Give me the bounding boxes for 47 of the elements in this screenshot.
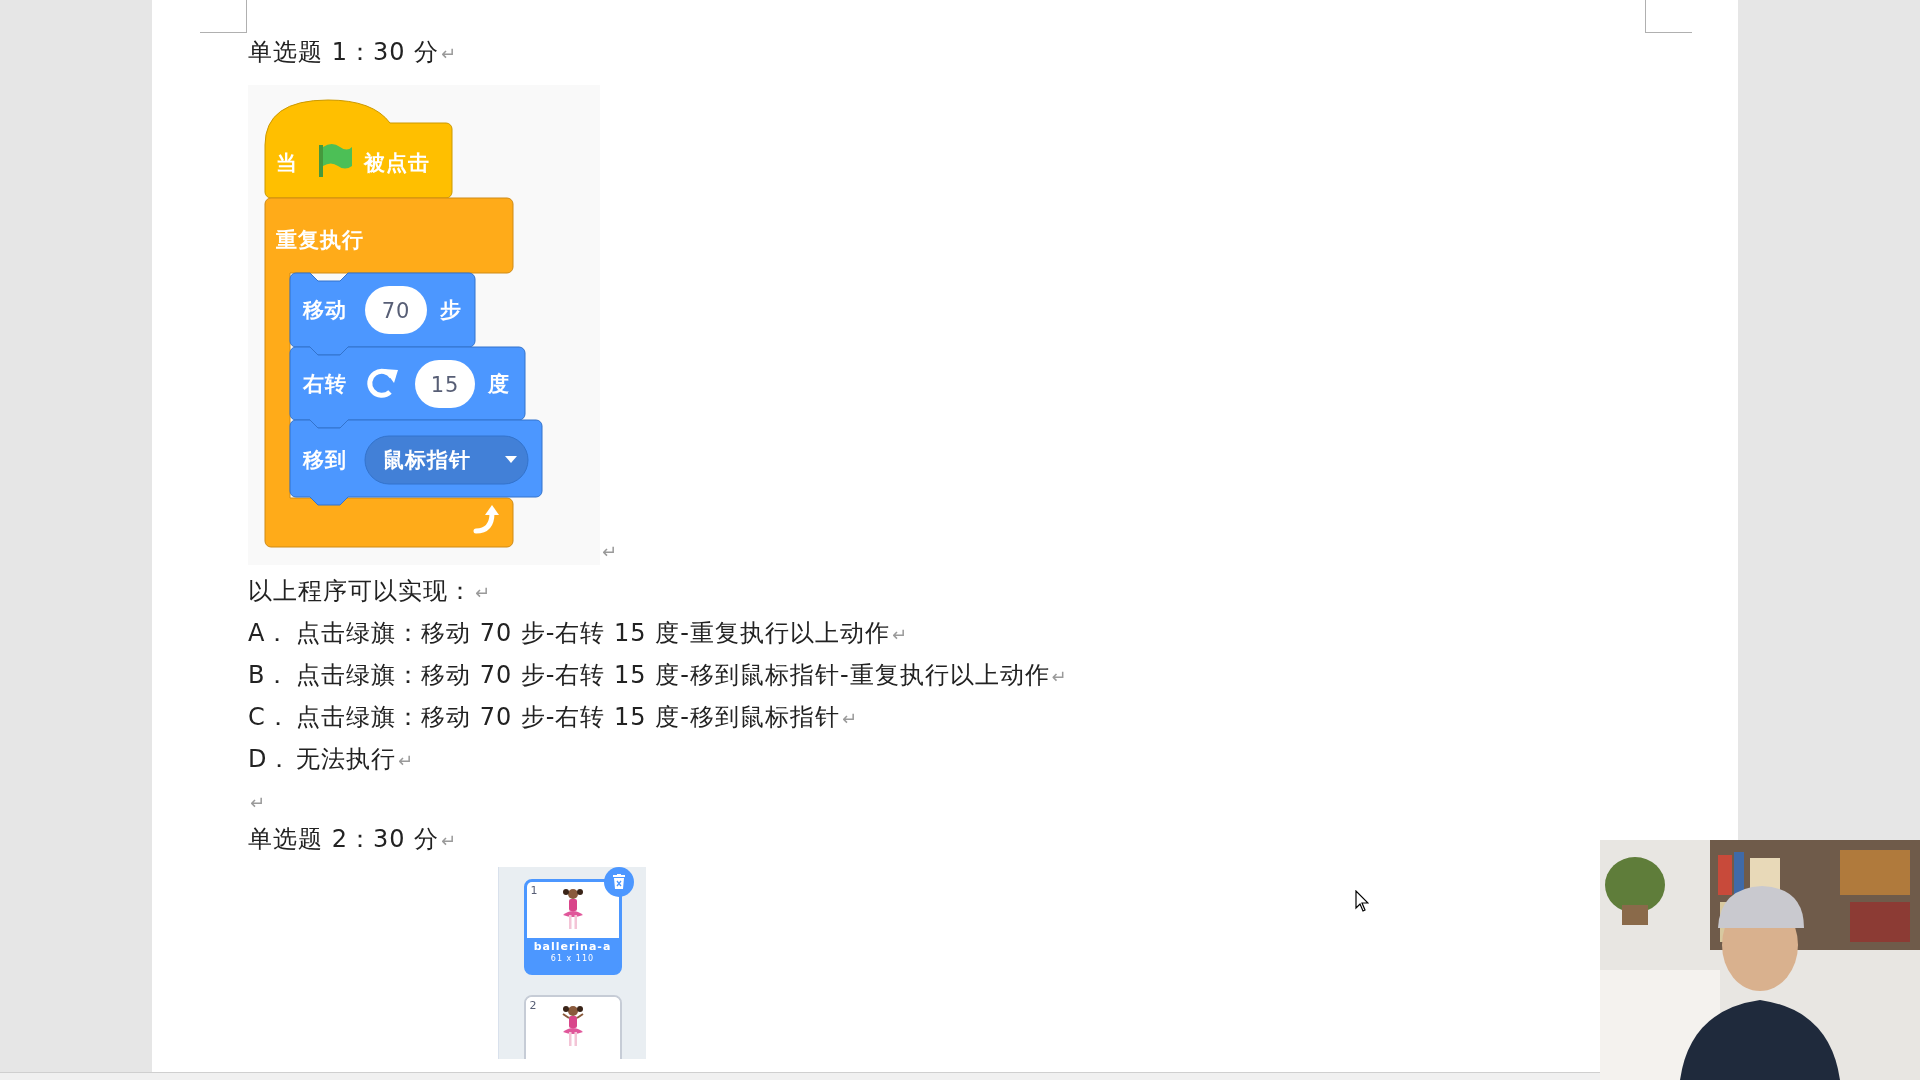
question-heading: 单选题 1：30 分 <box>248 37 440 68</box>
block-label: 重复执行 <box>276 228 364 252</box>
option-letter: C． <box>248 702 292 733</box>
costume-card[interactable]: 1 ballerina-a 61 x 110 <box>523 879 622 975</box>
option-text: 点击绿旗：移动 70 步-右转 15 度-重复执行以上动作 <box>296 618 890 649</box>
paragraph-mark: ↵ <box>441 42 458 66</box>
costume-name: ballerina-a <box>532 940 613 954</box>
block-label: 移动 <box>303 298 347 322</box>
block-label: 度 <box>488 372 510 396</box>
rotate-clockwise-icon <box>367 368 398 398</box>
paragraph-mark: ↵ <box>841 707 858 731</box>
hat-block[interactable] <box>264 99 453 199</box>
block-label: 右转 <box>303 372 347 396</box>
question-heading: 单选题 2：30 分 <box>248 824 440 855</box>
mouse-cursor-icon <box>1355 890 1369 912</box>
question-prompt: 以上程序可以实现： <box>248 576 473 607</box>
number-value: 15 <box>430 373 460 397</box>
delete-icon[interactable] <box>603 867 634 897</box>
option-text: 点击绿旗：移动 70 步-右转 15 度-移到鼠标指针-重复执行以上动作 <box>296 660 1050 691</box>
paragraph-mark: ↵ <box>250 790 267 815</box>
paragraph-mark: ↵ <box>891 623 908 647</box>
option-letter: A． <box>248 618 292 649</box>
option-text: 点击绿旗：移动 70 步-右转 15 度-移到鼠标指针 <box>296 702 840 733</box>
paragraph-mark: ↵ <box>475 581 492 605</box>
loop-arrow-icon <box>473 505 499 534</box>
corner-mark <box>200 0 247 33</box>
block-label: 当 <box>276 151 298 175</box>
caret-icon <box>505 456 517 463</box>
costume-card[interactable]: 2 <box>523 995 622 1059</box>
block-label: 移到 <box>303 448 347 472</box>
paragraph-mark: ↵ <box>398 749 415 773</box>
option-letter: B． <box>248 660 292 691</box>
corner-mark <box>1645 0 1692 33</box>
costume-size: 61 x 110 <box>549 954 596 964</box>
option-text: 无法执行 <box>296 744 396 775</box>
costume-number: 2 <box>529 998 538 1014</box>
forever-block[interactable] <box>264 197 514 548</box>
paragraph-mark: ↵ <box>441 829 458 853</box>
number-value: 70 <box>381 299 411 323</box>
flag-icon <box>319 144 352 177</box>
block-label: 被点击 <box>364 151 430 175</box>
costume-number: 1 <box>530 883 539 899</box>
dropdown-menu[interactable]: 鼠标指针 <box>364 435 529 485</box>
paragraph-mark: ↵ <box>602 540 619 564</box>
block-label: 步 <box>440 298 462 322</box>
paragraph-mark: ↵ <box>1051 665 1068 689</box>
option-letter: D． <box>248 744 294 775</box>
